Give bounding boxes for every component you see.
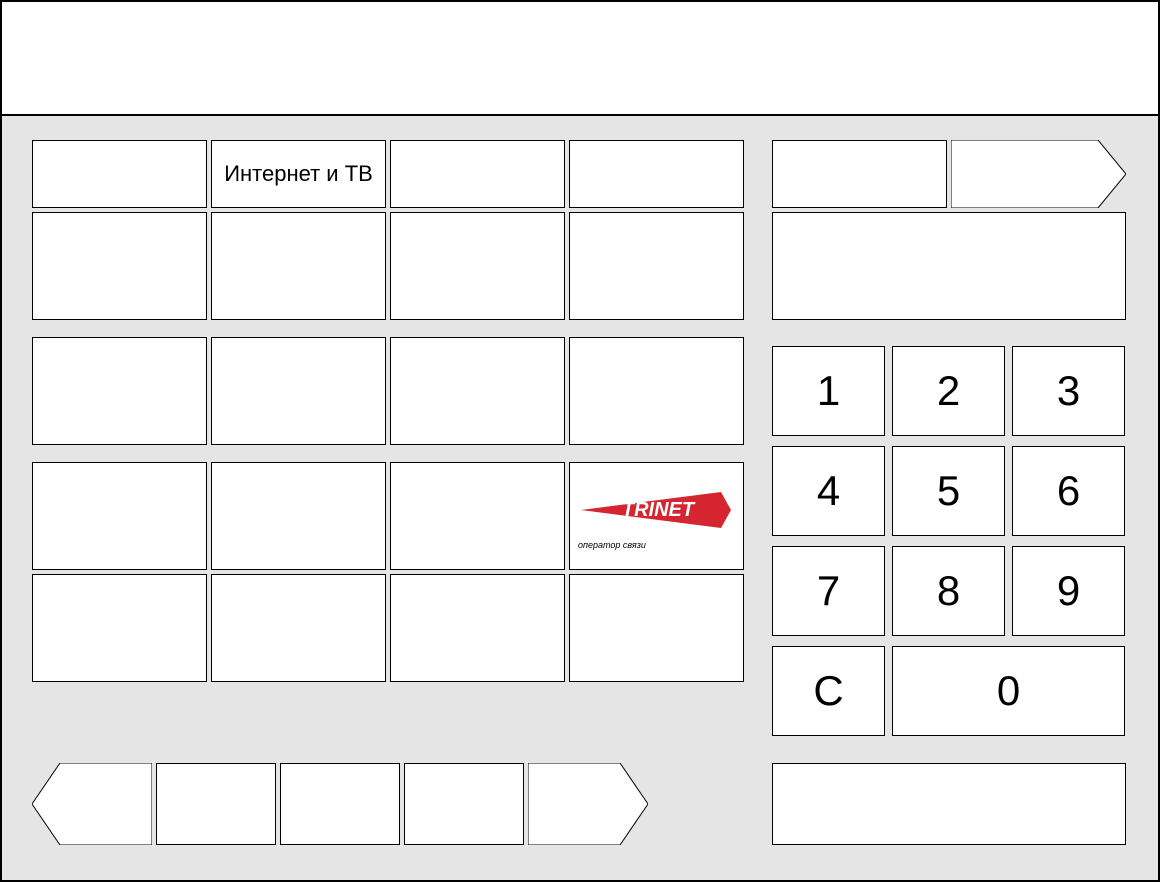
action-button[interactable] bbox=[772, 763, 1126, 845]
provider-tile[interactable] bbox=[390, 574, 565, 682]
provider-tile[interactable] bbox=[32, 462, 207, 570]
keypad-7[interactable]: 7 bbox=[772, 546, 885, 636]
keypad-4[interactable]: 4 bbox=[772, 446, 885, 536]
provider-tile[interactable] bbox=[390, 212, 565, 320]
provider-tile[interactable] bbox=[32, 337, 207, 445]
keypad-8[interactable]: 8 bbox=[892, 546, 1005, 636]
forward-arrow-button[interactable] bbox=[528, 763, 648, 845]
nav-button[interactable] bbox=[156, 763, 276, 845]
keypad-1[interactable]: 1 bbox=[772, 346, 885, 436]
next-arrow-button[interactable] bbox=[951, 140, 1126, 208]
provider-tile[interactable] bbox=[211, 462, 386, 570]
svg-text:TRINET: TRINET bbox=[622, 499, 696, 521]
header-bar bbox=[2, 2, 1158, 116]
category-tile[interactable] bbox=[569, 140, 744, 208]
keypad-5[interactable]: 5 bbox=[892, 446, 1005, 536]
keypad-0[interactable]: 0 bbox=[892, 646, 1125, 736]
category-tile[interactable] bbox=[32, 140, 207, 208]
provider-tile[interactable] bbox=[32, 212, 207, 320]
category-tile-internet-tv[interactable]: Интернет и ТВ bbox=[211, 140, 386, 208]
tile-label: Интернет и ТВ bbox=[224, 161, 373, 186]
display-field bbox=[772, 212, 1126, 320]
provider-tile[interactable] bbox=[569, 212, 744, 320]
provider-tile[interactable] bbox=[569, 574, 744, 682]
keypad-9[interactable]: 9 bbox=[1012, 546, 1125, 636]
back-arrow-button[interactable] bbox=[32, 763, 152, 845]
trinet-logo-icon: TRINET bbox=[576, 482, 736, 538]
main-panel: Интернет и ТВ TRINET опера bbox=[2, 116, 1158, 880]
category-tile[interactable] bbox=[772, 140, 947, 208]
keypad-2[interactable]: 2 bbox=[892, 346, 1005, 436]
category-tile[interactable] bbox=[390, 140, 565, 208]
logo-tagline: оператор связи bbox=[578, 540, 646, 550]
nav-button[interactable] bbox=[404, 763, 524, 845]
provider-tile[interactable] bbox=[390, 462, 565, 570]
keypad-3[interactable]: 3 bbox=[1012, 346, 1125, 436]
keypad-6[interactable]: 6 bbox=[1012, 446, 1125, 536]
kiosk-frame: Интернет и ТВ TRINET опера bbox=[0, 0, 1160, 882]
keypad-clear[interactable]: C bbox=[772, 646, 885, 736]
provider-tile[interactable] bbox=[211, 212, 386, 320]
provider-tile[interactable] bbox=[390, 337, 565, 445]
provider-tile[interactable] bbox=[211, 574, 386, 682]
provider-tile[interactable] bbox=[32, 574, 207, 682]
provider-tile-trinet[interactable]: TRINET оператор связи bbox=[569, 462, 744, 570]
provider-tile[interactable] bbox=[211, 337, 386, 445]
nav-button[interactable] bbox=[280, 763, 400, 845]
provider-tile[interactable] bbox=[569, 337, 744, 445]
